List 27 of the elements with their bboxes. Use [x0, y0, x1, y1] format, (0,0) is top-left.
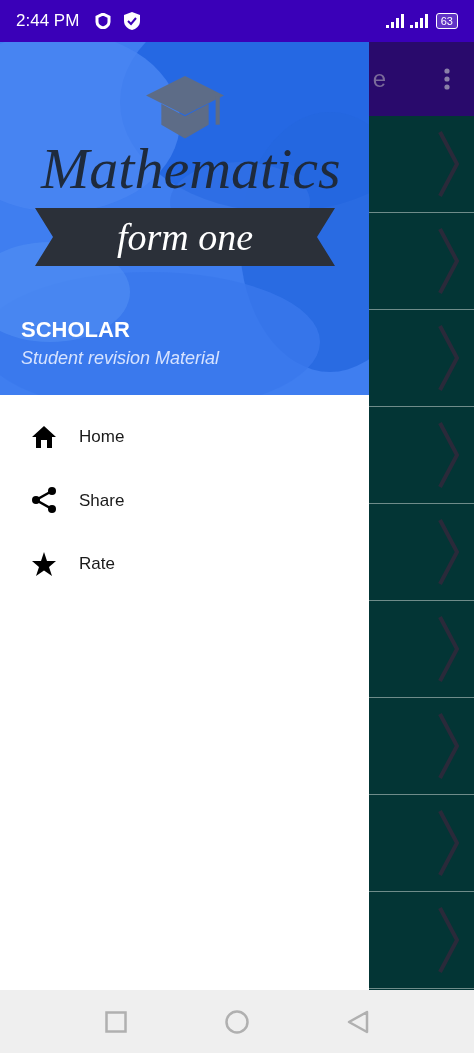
share-icon [31, 486, 57, 515]
chevron-icon [438, 906, 460, 974]
more-options-icon[interactable] [444, 68, 450, 90]
chevron-icon [438, 324, 460, 392]
chevron-icon [438, 227, 460, 295]
shield-icon [95, 13, 112, 29]
home-button[interactable] [225, 1009, 249, 1034]
battery-icon: 63 [435, 13, 458, 29]
ribbon-banner: form one [35, 208, 335, 266]
home-icon [31, 424, 57, 449]
chevron-icon [438, 518, 460, 586]
drawer-menu-item[interactable]: Share [0, 468, 369, 532]
drawer-menu-item[interactable]: Home [0, 405, 369, 469]
drawer-subtitle: Student revision Material [21, 347, 220, 370]
status-time: 2:44 PM [16, 10, 80, 33]
recents-button[interactable] [105, 1010, 127, 1033]
back-button[interactable] [347, 1009, 369, 1034]
chevron-icon [438, 809, 460, 877]
chevron-icon [438, 421, 460, 489]
star-icon [31, 550, 57, 577]
chevron-icon [438, 130, 460, 198]
drawer-menu-item[interactable]: Rate [0, 532, 369, 596]
chevron-icon [438, 712, 460, 780]
shield-check-icon [123, 11, 142, 31]
app-title: e [372, 64, 386, 94]
drawer-title: SCHOLAR [21, 316, 130, 344]
chevron-icon [438, 615, 460, 683]
